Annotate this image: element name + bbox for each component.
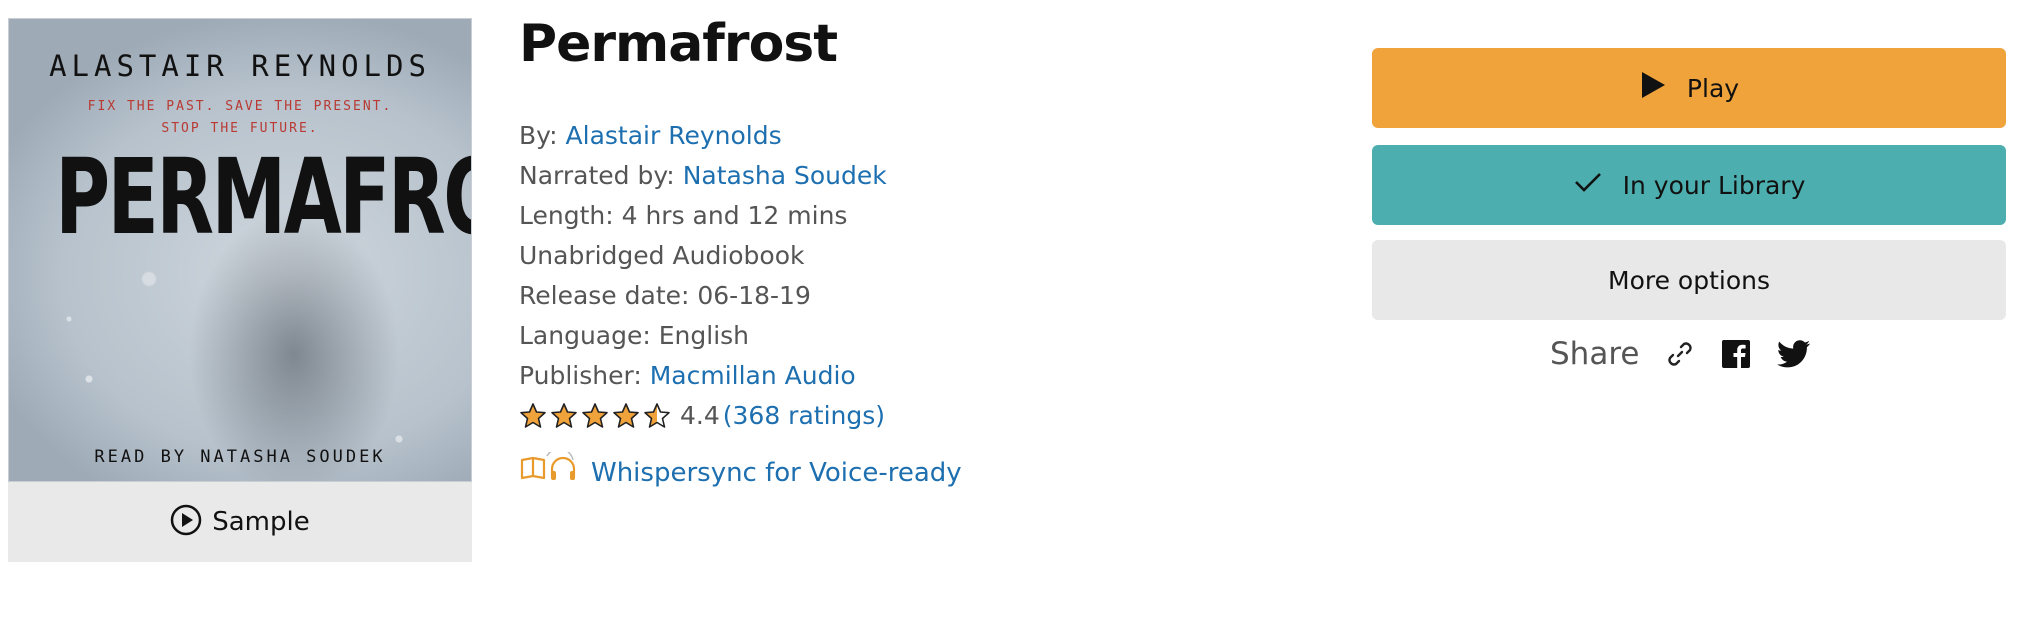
cover-author: ALASTAIR REYNOLDS bbox=[49, 49, 431, 83]
whispersync-row: Whispersync for Voice-ready bbox=[519, 448, 962, 493]
sample-button[interactable]: Sample bbox=[8, 482, 472, 562]
cover-tagline-2: STOP THE FUTURE. bbox=[161, 121, 319, 136]
publisher-label: Publisher: bbox=[519, 361, 642, 390]
length-text: Length: 4 hrs and 12 mins bbox=[519, 201, 848, 230]
star-icon bbox=[520, 403, 546, 428]
narrator-label: Narrated by: bbox=[519, 161, 675, 190]
rating-row: 4.4 (368 ratings) bbox=[519, 396, 887, 436]
star-icon bbox=[582, 403, 608, 428]
whispersync-link[interactable]: Whispersync for Voice-ready bbox=[591, 458, 962, 488]
share-label: Share bbox=[1550, 336, 1640, 372]
star-rating bbox=[519, 402, 671, 430]
share-row: Share bbox=[1550, 336, 1811, 372]
ratings-count-link[interactable]: (368 ratings) bbox=[723, 396, 885, 436]
rating-value: 4.4 bbox=[680, 401, 720, 430]
sample-label: Sample bbox=[212, 507, 310, 537]
book-meta: By: Alastair Reynolds Narrated by: Natas… bbox=[519, 116, 887, 436]
more-options-button[interactable]: More options bbox=[1372, 240, 2006, 320]
in-library-button[interactable]: In your Library bbox=[1372, 145, 2006, 225]
author-link[interactable]: Alastair Reynolds bbox=[566, 121, 782, 150]
format-text: Unabridged Audiobook bbox=[519, 241, 805, 270]
play-circle-icon bbox=[170, 504, 202, 540]
star-icon bbox=[551, 403, 577, 428]
checkmark-icon bbox=[1573, 170, 1603, 200]
narrator-link[interactable]: Natasha Soudek bbox=[683, 161, 887, 190]
library-label: In your Library bbox=[1622, 170, 1806, 200]
author-label: By: bbox=[519, 121, 558, 150]
language-text: Language: English bbox=[519, 321, 750, 350]
whispersync-icon bbox=[519, 448, 577, 493]
more-options-label: More options bbox=[1608, 265, 1770, 295]
facebook-icon[interactable] bbox=[1721, 339, 1751, 369]
link-icon[interactable] bbox=[1665, 339, 1695, 369]
page-title: Permafrost bbox=[519, 14, 838, 74]
narrator-row: Narrated by: Natasha Soudek bbox=[519, 156, 887, 196]
cover-title: PERMAFROST bbox=[55, 136, 471, 258]
play-icon bbox=[1639, 70, 1667, 106]
book-cover: ALASTAIR REYNOLDS FIX THE PAST. SAVE THE… bbox=[8, 18, 472, 482]
release-date-text: Release date: 06-18-19 bbox=[519, 281, 811, 310]
play-label: Play bbox=[1686, 73, 1740, 103]
cover-reader: READ BY NATASHA SOUDEK bbox=[94, 447, 386, 467]
twitter-icon[interactable] bbox=[1777, 339, 1811, 369]
star-icon bbox=[644, 403, 670, 428]
cover-tagline-1: FIX THE PAST. SAVE THE PRESENT. bbox=[87, 99, 393, 114]
publisher-link[interactable]: Macmillan Audio bbox=[650, 361, 856, 390]
publisher-row: Publisher: Macmillan Audio bbox=[519, 356, 887, 396]
star-icon bbox=[613, 403, 639, 428]
author-row: By: Alastair Reynolds bbox=[519, 116, 887, 156]
play-button[interactable]: Play bbox=[1372, 48, 2006, 128]
